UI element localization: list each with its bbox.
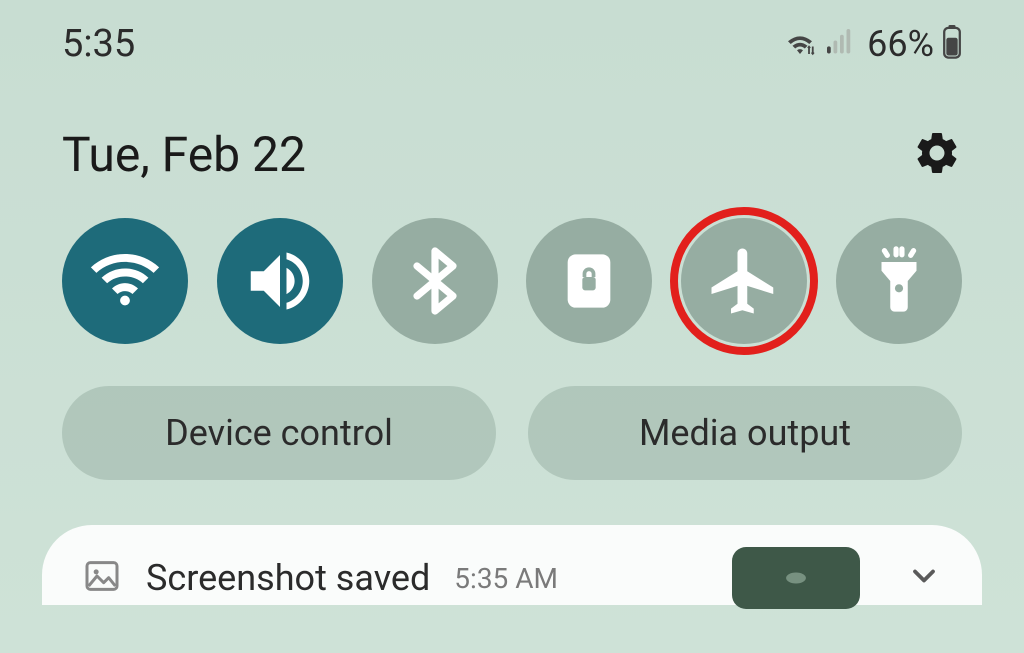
notification-right — [732, 547, 942, 609]
rotation-lock-toggle[interactable] — [526, 218, 652, 344]
bluetooth-toggle[interactable] — [372, 218, 498, 344]
notification[interactable]: Screenshot saved 5:35 AM — [42, 525, 982, 605]
quick-buttons: Device control Media output — [0, 344, 1024, 480]
wifi-toggle[interactable] — [62, 218, 188, 344]
media-output-button[interactable]: Media output — [528, 386, 962, 480]
notification-content: Screenshot saved 5:35 AM — [82, 556, 558, 600]
status-indicators: 66% — [781, 23, 962, 65]
flashlight-toggle[interactable] — [836, 218, 962, 344]
wifi-status-icon — [781, 27, 819, 61]
airplane-toggle[interactable] — [681, 218, 807, 344]
battery-percent: 66% — [867, 23, 934, 65]
settings-button[interactable] — [912, 128, 962, 182]
quick-toggles — [0, 193, 1024, 344]
notification-time: 5:35 AM — [454, 562, 558, 595]
notification-title: Screenshot saved — [146, 557, 430, 599]
chevron-down-icon[interactable] — [906, 558, 942, 598]
status-bar: 5:35 66% — [0, 0, 1024, 71]
date-label: Tue, Feb 22 — [62, 126, 306, 183]
sound-toggle[interactable] — [217, 218, 343, 344]
battery-icon — [942, 25, 962, 63]
image-icon — [82, 556, 122, 600]
date-row: Tue, Feb 22 — [0, 71, 1024, 193]
device-control-button[interactable]: Device control — [62, 386, 496, 480]
status-time: 5:35 — [62, 22, 135, 66]
signal-icon — [825, 29, 855, 59]
notification-thumbnail[interactable] — [732, 547, 860, 609]
